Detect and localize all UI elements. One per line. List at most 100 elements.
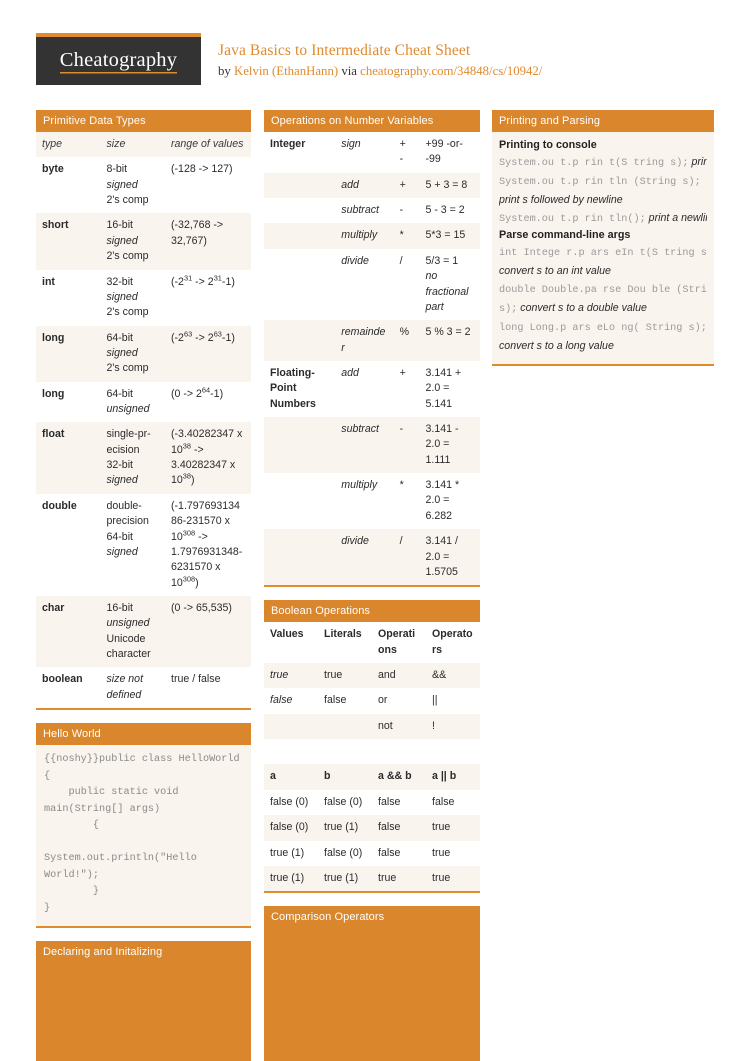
- cell-type: short: [42, 219, 69, 232]
- cell-group: [264, 473, 336, 530]
- comparison-body: [264, 928, 480, 1061]
- card-title-declaring-and-initalizing: Declaring and Initalizing: [36, 941, 251, 964]
- subsection-parse-command-line-args: Parse command-line args: [499, 229, 631, 242]
- table-row: true (1) false (0) false true: [264, 840, 480, 866]
- table-header-row: Values Literals Operations Operators: [264, 622, 480, 663]
- source-url-link[interactable]: cheatography.com/34848/cs/10942/: [360, 64, 542, 78]
- card-declaring-and-initalizing: Declaring and Initalizing: [36, 941, 251, 1061]
- cell-type: char: [42, 601, 65, 614]
- card-title-operations-on-number-variables: Operations on Number Variables: [264, 110, 480, 132]
- cell-example: 3.141 + 2.0 = 5.141: [419, 360, 480, 418]
- table-row: char 16-bit unsigned Unicode character (0 -> …: [36, 595, 251, 668]
- cell-range: true / false: [165, 667, 251, 709]
- cell-symbol: %: [393, 320, 420, 361]
- cell-a: true (1): [264, 840, 318, 866]
- cell-symbol: /: [393, 529, 420, 586]
- page-title: Java Basics to Intermediate Cheat Sheet: [218, 42, 471, 59]
- cell-operator: &&: [426, 662, 480, 689]
- cell-example: 5 + 3 = 8: [419, 172, 480, 199]
- col-header-a-or-b: a || b: [432, 770, 457, 783]
- cell-or: true: [426, 840, 480, 866]
- cell-and: false: [372, 840, 426, 866]
- cell-and: false: [372, 815, 426, 841]
- cell-value: true: [270, 668, 289, 681]
- cell-op: multiply: [341, 479, 378, 492]
- cell-operator: ||: [426, 688, 480, 714]
- cheatography-logo[interactable]: Cheatography: [36, 33, 201, 85]
- byline-via: via: [338, 64, 361, 78]
- cell-group: [264, 223, 336, 249]
- card-title-boolean-operations: Boolean Operations: [264, 600, 480, 623]
- card-title-comparison-operators: Comparison Operators: [264, 906, 480, 929]
- card-title-hello-world: Hello World: [36, 723, 251, 746]
- cell-example: 5*3 = 15: [419, 223, 480, 249]
- table-row: long 64-bit signed 2's comp (-263 -> 263-1): [36, 325, 251, 382]
- table-row: multiply * 3.141 * 2.0 = 6.282: [264, 473, 480, 530]
- cell-size: 16-bit signed 2's comp: [100, 213, 165, 270]
- cell-range: (-231 -> 231-1): [165, 269, 251, 326]
- cell-group: Floating-Point Numbers: [270, 366, 316, 410]
- cell-size: size not defined: [100, 667, 165, 709]
- col-header-literals: Literals: [324, 628, 362, 641]
- cell-or: true: [426, 815, 480, 841]
- parse-code: double Double.pa rse Dou ble (Stri: [499, 284, 707, 296]
- cell-symbol: *: [393, 473, 420, 530]
- table-row: [264, 739, 480, 765]
- card-title-primitive-data-types: Primitive Data Types: [36, 110, 251, 132]
- cell-type: boolean: [42, 673, 83, 686]
- cell-size: double-precision 64-bit signed: [100, 493, 165, 596]
- table-row: double double-precision 64-bit signed (-1.79…: [36, 493, 251, 596]
- table-row: true (1) true (1) true true: [264, 865, 480, 892]
- cell-type: double: [42, 499, 77, 512]
- author-link[interactable]: Kelvin (EthanHann): [234, 64, 338, 78]
- col-header-operators: Operators: [432, 628, 473, 656]
- cell-symbol: +: [393, 172, 420, 199]
- cell-size: single-pr-ecision 32-bit signed: [100, 422, 165, 494]
- cell-group: [264, 320, 336, 361]
- printing-and-parsing-body: Printing to console System.ou t.p rin t(…: [492, 132, 714, 364]
- column-1: Primitive Data Types type size range of …: [36, 110, 251, 1061]
- cheatsheet-page: Cheatography Java Basics to Intermediate…: [0, 0, 750, 1061]
- table-header-row: type size range of values: [36, 132, 251, 158]
- page-header: Cheatography Java Basics to Intermediate…: [36, 33, 714, 91]
- cell-a: false (0): [264, 815, 318, 841]
- table-row: int 32-bit signed 2's comp (-231 -> 231-1): [36, 269, 251, 326]
- cell-operation: or: [372, 688, 426, 714]
- cell-symbol: +: [393, 360, 420, 418]
- table-row: Integer sign + - +99 -or- -99: [264, 132, 480, 173]
- cell-operation: and: [372, 662, 426, 689]
- cell-symbol: + -: [393, 132, 420, 173]
- cell-b: false (0): [318, 840, 372, 866]
- table-row: subtract -5 - 3 = 2: [264, 198, 480, 224]
- cell-example: 3.141 * 2.0 = 6.282: [419, 473, 480, 530]
- cell-symbol: -: [393, 417, 420, 474]
- table-row: divide /3.141 / 2.0 = 1.5705: [264, 529, 480, 586]
- parse-line: convert s to a long value: [499, 338, 707, 355]
- col-header-type: type: [36, 132, 101, 158]
- cell-op: add: [341, 366, 359, 379]
- col-header-values: Values: [270, 628, 304, 641]
- column-3: Printing and Parsing Printing to console…: [492, 110, 714, 379]
- cell-operation: [372, 739, 426, 765]
- cell-type: byte: [42, 163, 64, 176]
- card-printing-and-parsing: Printing and Parsing Printing to console…: [492, 110, 714, 366]
- cell-example: +99 -or- -99: [419, 132, 480, 173]
- cell-group: [264, 248, 336, 321]
- cell-literal: [318, 713, 372, 740]
- col-header-operations: Operations: [378, 628, 416, 656]
- byline: by Kelvin (EthanHann) via cheatography.c…: [218, 64, 542, 79]
- table-row: float single-pr-ecision 32-bit signed (-3.40…: [36, 422, 251, 494]
- cell-b: true (1): [318, 815, 372, 841]
- print-line: print s followed by newline: [499, 192, 707, 209]
- cell-op: divide: [341, 535, 369, 548]
- byline-prefix: by: [218, 64, 234, 78]
- print-desc: print s: [691, 156, 707, 168]
- cell-size: 8-bit signed 2's comp: [100, 157, 165, 214]
- cell-operation: not: [372, 713, 426, 740]
- cell-range: (-128 -> 127): [165, 157, 251, 214]
- parse-desc: convert s to a long value: [499, 340, 614, 353]
- parse-line: s); convert s to a double value: [499, 300, 707, 318]
- cell-size: 32-bit signed 2's comp: [100, 269, 165, 326]
- cell-group: [264, 198, 336, 224]
- table-header-row: a b a && b a || b: [264, 764, 480, 790]
